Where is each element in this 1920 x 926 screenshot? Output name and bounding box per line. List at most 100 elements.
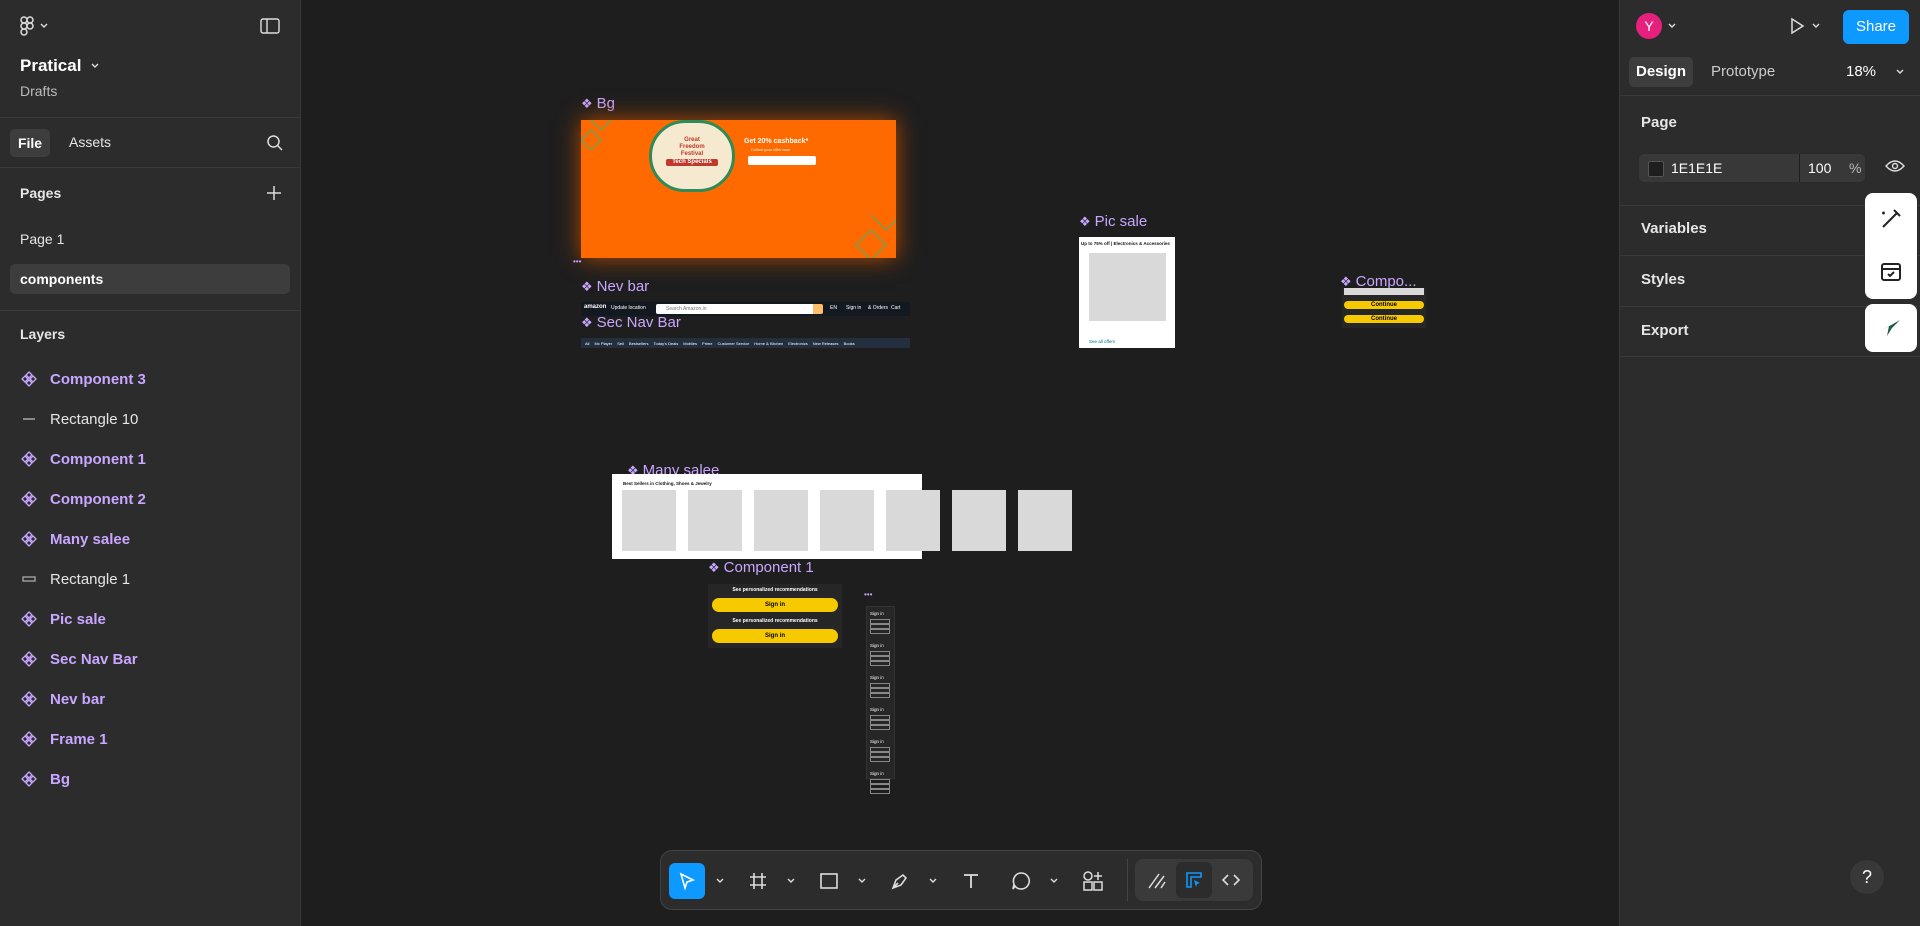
pic-sale-frame[interactable]: Up to 75% off | Electronics & Accessorie…: [1079, 237, 1175, 348]
sec-nav-item: Mx Player: [594, 340, 613, 346]
layer-item[interactable]: Pic sale: [20, 604, 106, 634]
product-tile-placeholder: [820, 490, 874, 551]
page-item-components[interactable]: components: [10, 264, 290, 294]
layer-item[interactable]: Sec Nav Bar: [20, 644, 138, 674]
sign-in-stack-frame[interactable]: Sign in Sign in Sign in Sign in Sign in Sign …: [866, 606, 895, 794]
sec-nav-item: Electronics: [788, 340, 808, 346]
right-panel: Y Share Design Prototype 18% Page 1E1E1E…: [1619, 0, 1920, 926]
layer-item[interactable]: Component 3: [20, 364, 146, 394]
code-icon: [1221, 874, 1241, 886]
pen-icon: [891, 873, 908, 890]
stack-row: [870, 629, 890, 634]
frame-label-pic-sale[interactable]: ❖ Pic sale: [1079, 213, 1147, 230]
stack-signin-text: Sign in: [870, 707, 884, 712]
magic-pen-icon[interactable]: [1879, 207, 1903, 231]
page-color-field[interactable]: 1E1E1E 100 %: [1639, 154, 1865, 182]
plugin-launcher[interactable]: [1865, 304, 1917, 352]
layer-item[interactable]: Bg: [20, 764, 70, 794]
stack-row: [870, 757, 890, 762]
calendar-check-icon[interactable]: [1879, 259, 1903, 283]
plugin-bird-icon: [1882, 320, 1900, 336]
search-icon[interactable]: [266, 134, 284, 152]
chevron-down-icon[interactable]: [787, 877, 795, 885]
layer-label: Rectangle 1: [50, 570, 131, 588]
comment-icon: [1012, 872, 1030, 890]
sec-nav-item: New Releases: [812, 340, 839, 346]
project-title[interactable]: Pratical: [20, 56, 99, 76]
pattern-decoration: [581, 120, 611, 150]
banner-frame[interactable]: Great Freedom Festival Tech Specials Get…: [581, 120, 896, 258]
page-color-hex[interactable]: 1E1E1E: [1671, 160, 1722, 176]
layer-item[interactable]: Frame 1: [20, 724, 108, 754]
sec-nav-item: Home & Kitchen: [754, 340, 784, 346]
chevron-down-icon[interactable]: [858, 877, 866, 885]
zoom-level[interactable]: 18%: [1846, 63, 1876, 80]
move-tool[interactable]: [669, 863, 705, 899]
design-mode-icon: [1186, 872, 1202, 888]
component-1-frame[interactable]: See personalized recommendations Sign in…: [708, 584, 842, 648]
page-opacity[interactable]: 100: [1808, 160, 1831, 176]
layer-item[interactable]: Component 1: [20, 444, 146, 474]
visibility-eye-icon[interactable]: [1885, 159, 1905, 173]
tab-file[interactable]: File: [10, 129, 50, 157]
frame-label-small: •••: [864, 590, 873, 599]
layer-item[interactable]: Component 2: [20, 484, 146, 514]
tab-assets[interactable]: Assets: [69, 134, 111, 150]
component-icon: [20, 450, 38, 468]
chevron-down-icon[interactable]: [1896, 69, 1904, 75]
chevron-down-icon[interactable]: [1050, 877, 1058, 885]
export-section[interactable]: Export: [1641, 322, 1689, 339]
tab-design[interactable]: Design: [1629, 57, 1693, 87]
share-button[interactable]: Share: [1843, 10, 1909, 44]
help-button[interactable]: ?: [1850, 860, 1884, 894]
draw-mode[interactable]: [1139, 862, 1175, 898]
sec-nav-item: Books: [843, 340, 855, 346]
rectangle-tool[interactable]: [811, 863, 847, 899]
actions-tool[interactable]: [1075, 863, 1111, 899]
layer-item[interactable]: Rectangle 1: [20, 564, 130, 594]
text-tool[interactable]: [953, 863, 989, 899]
design-mode[interactable]: [1176, 862, 1212, 898]
layers-heading: Layers: [20, 326, 66, 342]
sec-nav-frame[interactable]: All Mx Player Sell Bestsellers Today's Deals…: [581, 338, 910, 348]
component-icon: [20, 490, 38, 508]
frame-label-sec-nav[interactable]: ❖ Sec Nav Bar: [581, 314, 681, 331]
layer-item[interactable]: Nev bar: [20, 684, 105, 714]
search-bar: Search Amazon.in: [656, 304, 816, 314]
main-menu-button[interactable]: [20, 16, 48, 36]
component-icon: [20, 730, 38, 748]
chevron-down-icon[interactable]: [1668, 23, 1676, 29]
product-tile-placeholder: [754, 490, 808, 551]
layer-label: Frame 1: [50, 730, 108, 748]
chevron-down-icon[interactable]: [929, 877, 937, 885]
layer-label: Component 1: [50, 450, 146, 468]
chevron-down-icon[interactable]: [1812, 23, 1820, 29]
pages-heading: Pages: [20, 185, 62, 201]
layer-item[interactable]: Rectangle 10: [20, 404, 138, 434]
component-icon: ❖: [581, 314, 593, 330]
frame-tool[interactable]: [740, 863, 776, 899]
page-item-page-1[interactable]: Page 1: [20, 231, 64, 247]
layer-item[interactable]: Many salee: [20, 524, 130, 554]
line-icon: [20, 410, 38, 428]
add-page-icon[interactable]: [266, 185, 282, 201]
tab-prototype[interactable]: Prototype: [1711, 63, 1775, 80]
product-tile-placeholder: [1018, 490, 1072, 551]
comment-tool[interactable]: [1003, 863, 1039, 899]
pen-tool[interactable]: [882, 863, 918, 899]
dev-mode[interactable]: [1213, 862, 1249, 898]
color-swatch[interactable]: [1648, 161, 1664, 177]
styles-section[interactable]: Styles: [1641, 271, 1685, 288]
avatar[interactable]: Y: [1636, 13, 1662, 39]
compo-frame[interactable]: Continue Continue: [1342, 288, 1426, 328]
sidebar-toggle-icon[interactable]: [260, 18, 280, 34]
page-heading: Page: [1641, 114, 1677, 131]
chevron-down-icon[interactable]: [716, 877, 724, 885]
cashback-sub: Collect your offer now: [751, 147, 790, 152]
variables-section[interactable]: Variables: [1641, 220, 1707, 237]
present-play-icon[interactable]: [1788, 17, 1806, 35]
frame-label-bg[interactable]: ❖ Bg: [581, 95, 615, 112]
frame-label-nav[interactable]: ❖ Nev bar: [581, 278, 649, 295]
product-image-placeholder: [1089, 253, 1166, 321]
frame-label-component-1[interactable]: ❖ Component 1: [708, 559, 814, 576]
